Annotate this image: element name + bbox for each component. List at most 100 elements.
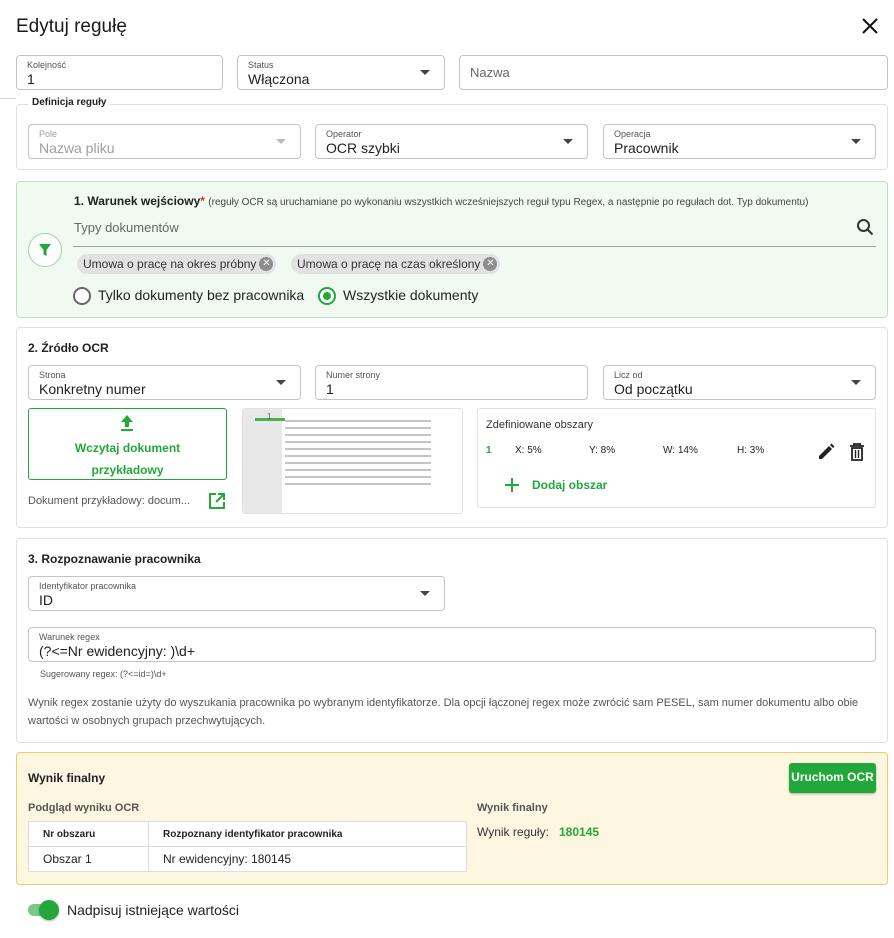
employee-recognition-title: 3. Rozpoznawanie pracownika bbox=[28, 552, 201, 566]
chevron-down-icon bbox=[851, 380, 861, 385]
regex-label: Warunek regex bbox=[39, 632, 100, 642]
entry-condition-note: (reguły OCR są uruchamiane po wykonaniu … bbox=[208, 197, 809, 208]
preview-margin bbox=[243, 409, 282, 513]
order-value: 1 bbox=[27, 71, 35, 87]
entry-condition-title: 1. Warunek wejściowy bbox=[74, 194, 201, 208]
delete-icon[interactable] bbox=[848, 442, 866, 467]
chip-label: Umowa o pracę na okres próbny bbox=[83, 257, 257, 271]
table-header-row: Nr obszaru Rozpoznany identyfikator prac… bbox=[28, 821, 467, 847]
rule-definition-legend: Definicja reguły bbox=[28, 97, 111, 108]
final-result-title: Wynik finalny bbox=[28, 771, 106, 785]
employee-identifier-select[interactable]: Identyfikator pracownika ID bbox=[28, 576, 445, 611]
defined-areas-panel: Zdefiniowane obszary 1 X: 5% Y: 8% W: 14… bbox=[477, 408, 876, 508]
remove-chip-icon[interactable]: ✕ bbox=[259, 257, 274, 271]
plus-icon bbox=[504, 477, 520, 498]
count-from-value: Od początku bbox=[614, 381, 693, 397]
suggested-regex: Sugerowany regex: (?<=id=)\d+ bbox=[40, 669, 167, 679]
required-mark: * bbox=[200, 194, 205, 208]
upload-label-line-2: przykładowy bbox=[91, 463, 164, 477]
close-icon[interactable] bbox=[858, 14, 882, 38]
page-number-input[interactable]: Numer strony 1 bbox=[315, 365, 588, 400]
run-ocr-button[interactable]: Uruchom OCR bbox=[789, 763, 876, 793]
operation-value: Pracownik bbox=[614, 140, 679, 156]
table-cell: Obszar 1 bbox=[28, 846, 149, 872]
ocr-preview-title: Podgląd wyniku OCR bbox=[28, 802, 140, 814]
name-input[interactable]: Nazwa bbox=[459, 55, 888, 90]
table-row: Obszar 1 Nr ewidencyjny: 180145 bbox=[28, 846, 467, 872]
upload-label-line-1: Wczytaj dokument bbox=[74, 441, 181, 455]
preview-area-number: 1 bbox=[267, 412, 272, 421]
area-w: W: 14% bbox=[663, 445, 698, 456]
chip-label: Umowa o pracę na czas określony bbox=[297, 257, 481, 271]
rule-result-value: 180145 bbox=[559, 825, 600, 839]
search-icon[interactable] bbox=[856, 218, 874, 241]
regex-help-text: Wynik regex zostanie użyty do wyszukania… bbox=[28, 697, 859, 727]
status-label: Status bbox=[248, 60, 274, 70]
divider bbox=[0, 98, 16, 99]
count-from-select[interactable]: Licz od Od początku bbox=[603, 365, 876, 400]
sample-document-name: Dokument przykładowy: docum... bbox=[28, 495, 191, 507]
chevron-down-icon bbox=[276, 139, 286, 144]
radio-all-documents-label[interactable]: Wszystkie dokumenty bbox=[343, 287, 478, 303]
overwrite-toggle[interactable] bbox=[39, 900, 59, 920]
document-types-search[interactable]: Typy dokumentów bbox=[73, 214, 876, 247]
area-x: X: 5% bbox=[515, 445, 542, 456]
order-field[interactable]: Kolejność 1 bbox=[16, 55, 223, 90]
status-value: Włączona bbox=[248, 71, 310, 87]
document-type-chip[interactable]: Umowa o pracę na okres próbny ✕ bbox=[77, 254, 277, 274]
upload-sample-button[interactable]: Wczytaj dokument przykładowy bbox=[28, 408, 227, 480]
page-label: Strona bbox=[39, 370, 66, 380]
radio-without-employee-label[interactable]: Tylko dokumenty bez pracownika bbox=[98, 287, 304, 303]
remove-chip-icon[interactable]: ✕ bbox=[483, 257, 498, 271]
regex-input[interactable]: Warunek regex (?<=Nr ewidencyjny: )\d+ bbox=[28, 627, 876, 662]
employee-identifier-value: ID bbox=[39, 592, 53, 608]
name-placeholder: Nazwa bbox=[470, 65, 510, 80]
radio-without-employee[interactable] bbox=[73, 287, 91, 305]
chevron-down-icon bbox=[563, 139, 573, 144]
operator-label: Operator bbox=[326, 129, 362, 139]
count-from-label: Licz od bbox=[614, 370, 643, 380]
rule-result-label: Wynik reguły: bbox=[477, 825, 549, 839]
table-header: Rozpoznany identyfikator pracownika bbox=[148, 821, 467, 847]
radio-all-documents[interactable] bbox=[318, 287, 336, 305]
status-select[interactable]: Status Włączona bbox=[237, 55, 445, 90]
final-result-subtitle: Wynik finalny bbox=[477, 802, 548, 814]
chevron-down-icon bbox=[851, 139, 861, 144]
table-cell: Nr ewidencyjny: 180145 bbox=[148, 846, 467, 872]
field-label: Pole bbox=[39, 129, 58, 139]
operator-value: OCR szybki bbox=[326, 140, 400, 156]
ocr-preview-table: Nr obszaru Rozpoznany identyfikator prac… bbox=[28, 821, 467, 872]
chevron-down-icon bbox=[276, 380, 286, 385]
document-preview[interactable]: 1 bbox=[242, 408, 463, 514]
field-value: Nazwa pliku bbox=[39, 140, 115, 156]
operator-select[interactable]: Operator OCR szybki bbox=[315, 124, 588, 159]
document-types-placeholder: Typy dokumentów bbox=[74, 220, 179, 235]
page-number-label: Numer strony bbox=[326, 370, 381, 380]
regex-value: (?<=Nr ewidencyjny: )\d+ bbox=[39, 643, 196, 659]
area-number: 1 bbox=[486, 445, 492, 456]
dialog-title: Edytuj regułę bbox=[16, 16, 127, 37]
operation-select[interactable]: Operacja Pracownik bbox=[603, 124, 876, 159]
employee-identifier-label: Identyfikator pracownika bbox=[39, 581, 137, 591]
operation-label: Operacja bbox=[614, 129, 651, 139]
document-type-chip[interactable]: Umowa o pracę na czas określony ✕ bbox=[291, 254, 501, 274]
page-value: Konkretny numer bbox=[39, 381, 146, 397]
chevron-down-icon bbox=[420, 591, 430, 596]
preview-text-lines bbox=[285, 420, 431, 485]
overwrite-toggle-label[interactable]: Nadpisuj istniejące wartości bbox=[67, 902, 239, 918]
upload-icon bbox=[116, 413, 138, 438]
add-area-label: Dodaj obszar bbox=[532, 478, 608, 492]
chevron-down-icon bbox=[420, 70, 430, 75]
page-number-value: 1 bbox=[326, 381, 334, 397]
field-select: Pole Nazwa pliku bbox=[28, 124, 301, 159]
page-select[interactable]: Strona Konkretny numer bbox=[28, 365, 301, 400]
table-header: Nr obszaru bbox=[28, 821, 149, 847]
area-h: H: 3% bbox=[737, 445, 765, 456]
entry-condition-header: 1. Warunek wejściowy* (reguły OCR są uru… bbox=[74, 194, 808, 208]
ocr-source-title: 2. Źródło OCR bbox=[28, 341, 109, 355]
edit-icon[interactable] bbox=[816, 442, 836, 467]
open-external-icon[interactable] bbox=[207, 491, 227, 516]
filter-icon bbox=[28, 233, 62, 267]
order-label: Kolejność bbox=[27, 60, 67, 70]
area-y: Y: 8% bbox=[589, 445, 616, 456]
